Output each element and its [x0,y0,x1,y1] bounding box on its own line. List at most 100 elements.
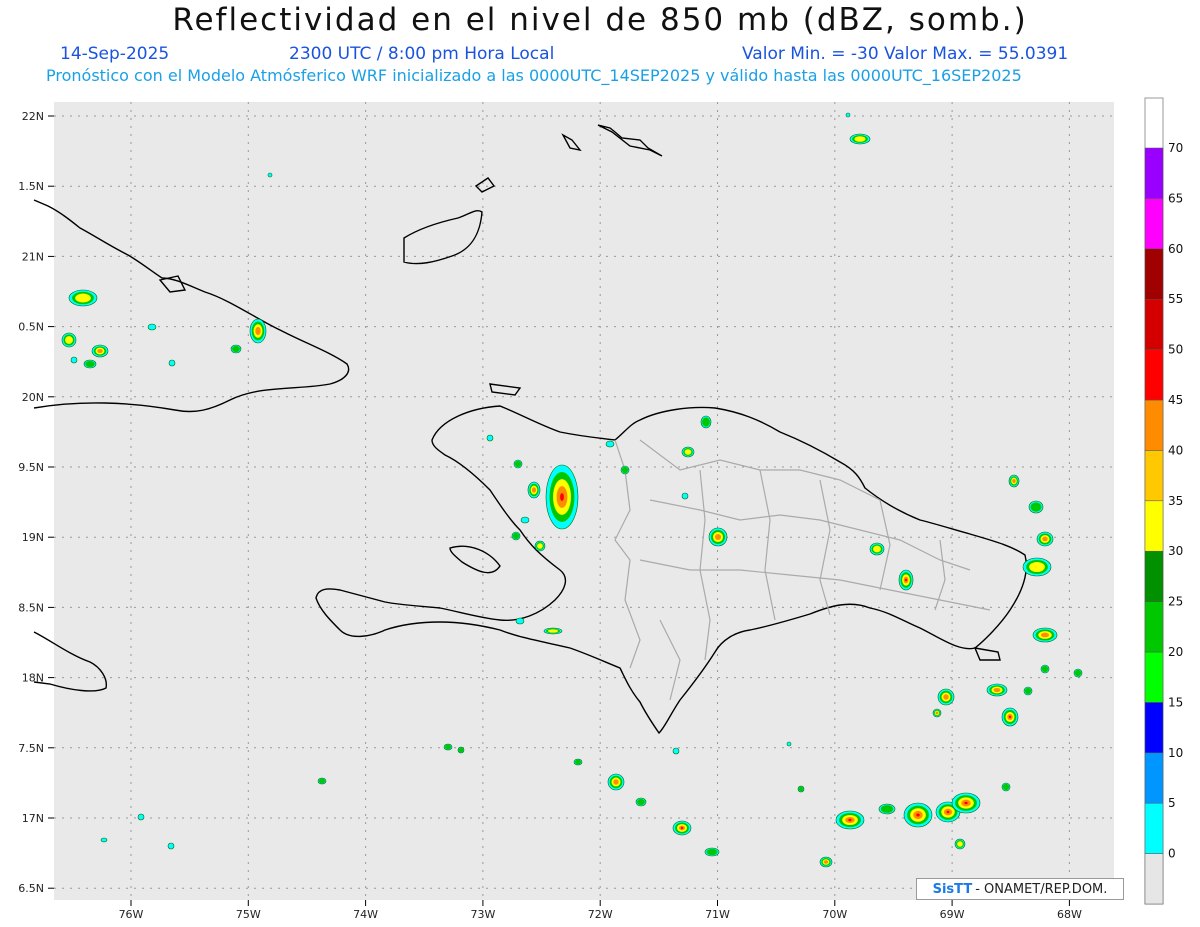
longitude-label: 69W [940,908,965,921]
latitude-labels: 22N 1.5N 21N 0.5N 20N 9.5N 19N 8.5N 18N 7.5N 17N 6.… [18,110,54,895]
colorbar-segment [1144,651,1164,703]
reflectivity-cell [819,856,833,868]
reflectivity-cell [620,465,630,475]
colorbar-segment [1144,198,1164,250]
latitude-label: 8.5N [18,601,44,614]
colorbar-label: 35 [1168,494,1183,508]
longitude-label: 70W [822,908,847,921]
reflectivity-cell [681,446,695,458]
latitude-label: 7.5N [18,742,44,755]
reflectivity-cell [317,777,327,785]
colorbar-label: 45 [1168,393,1183,407]
latitude-label: 1.5N [18,180,44,193]
reflectivity-cell [898,569,914,591]
colorbar-label: 65 [1168,191,1183,205]
reflectivity-cell [1023,686,1033,696]
latitude-label: 21N [22,250,44,263]
reflectivity-cell [797,785,805,793]
sistt-logo: SisTT [932,881,973,897]
reflectivity-cell [1022,557,1052,577]
reflectivity-cell [137,813,145,821]
reflectivity-cell [168,359,176,367]
reflectivity-cell [147,323,157,331]
colorbar-segment [1144,550,1164,602]
reflectivity-cell [486,434,494,442]
reflectivity-cell [835,810,865,830]
colorbar-segment [1144,500,1164,552]
reflectivity-cell [249,318,267,344]
reflectivity-cell [267,172,273,178]
credit-text: - ONAMET/REP.DOM. [975,881,1108,897]
reflectivity-cell [681,492,689,500]
reflectivity-cell [1073,668,1083,678]
latitude-label: 18N [22,672,44,685]
reflectivity-cell [903,802,933,828]
latitude-label: 17N [22,812,44,825]
reflectivity-cell [672,747,680,755]
colorbar-segment [1144,399,1164,451]
latitude-label: 0.5N [18,321,44,334]
reflectivity-cell [230,344,242,354]
colorbar: 0 5 10 15 20 25 30 35 40 45 50 55 60 65 70 [1144,141,1183,905]
map-background [54,102,1114,900]
colorbar-segment [1144,752,1164,804]
reflectivity-cell [100,837,108,843]
credit-box: SisTT - ONAMET/REP.DOM. [916,878,1124,900]
longitude-label: 72W [588,908,613,921]
colorbar-segment [1144,853,1164,905]
reflectivity-cell [607,773,625,791]
colorbar-segment [1144,248,1164,300]
reflectivity-cell [545,464,579,530]
latitude-label: 22N [22,110,44,123]
colorbar-label: 30 [1168,544,1183,558]
reflectivity-cell [878,803,896,815]
reflectivity-cell [672,820,692,836]
reflectivity-cell [527,481,541,499]
reflectivity-cell [605,440,615,448]
latitude-label: 9.5N [18,461,44,474]
reflectivity-cell [849,133,871,145]
reflectivity-cell [1040,664,1050,674]
colorbar-label: 0 [1168,847,1176,861]
colorbar-segment [1144,450,1164,502]
colorbar-label: 70 [1168,141,1183,155]
longitude-label: 73W [470,908,495,921]
reflectivity-cell [543,627,563,635]
reflectivity-cell [91,344,109,358]
longitude-label: 75W [236,908,261,921]
reflectivity-cell [167,842,175,850]
reflectivity-cell [869,542,885,556]
reflectivity-cell [68,289,98,307]
latitude-label: 19N [22,531,44,544]
colorbar-segment [1144,702,1164,754]
reflectivity-cell [708,527,728,547]
colorbar-label: 10 [1168,746,1183,760]
colorbar-label: 25 [1168,595,1183,609]
reflectivity-map: 22N 1.5N 21N 0.5N 20N 9.5N 19N 8.5N 18N 7.5N 17N 6.… [18,97,1183,921]
reflectivity-cell [786,741,792,747]
colorbar-label: 5 [1168,796,1176,810]
reflectivity-cell [70,356,78,364]
reflectivity-cell [457,746,465,754]
longitude-label: 74W [353,908,378,921]
longitude-labels: 76W 75W 74W 73W 72W 71W 70W 69W 68W [119,900,1082,921]
reflectivity-cell [513,459,523,469]
reflectivity-cell [511,531,521,541]
reflectivity-cell [83,359,97,369]
reflectivity-cell [954,838,966,850]
colorbar-segment [1144,601,1164,653]
colorbar-label: 20 [1168,645,1183,659]
reflectivity-cell [61,332,77,348]
longitude-label: 76W [119,908,144,921]
reflectivity-cell [1028,500,1044,514]
reflectivity-cell [1001,707,1019,727]
colorbar-segment [1144,298,1164,350]
latitude-label: 20N [22,391,44,404]
colorbar-label: 55 [1168,292,1183,306]
reflectivity-cell [937,688,955,706]
reflectivity-cell [1008,474,1020,488]
reflectivity-cell [515,617,525,625]
colorbar-label: 50 [1168,343,1183,357]
longitude-label: 71W [705,908,730,921]
reflectivity-cell [932,708,942,718]
